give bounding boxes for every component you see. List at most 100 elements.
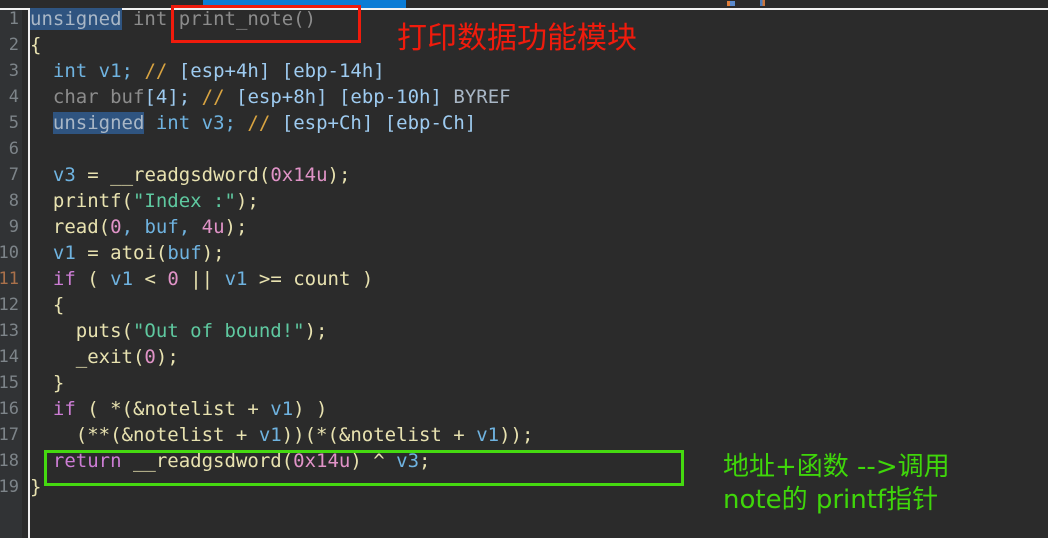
- token-global-notelist[interactable]: notelist: [133, 424, 225, 446]
- line-number: 10: [0, 243, 19, 263]
- code-line-12[interactable]: {: [30, 292, 64, 318]
- token-comment-slashes: //: [247, 112, 271, 134]
- token-paren-open: (: [87, 268, 111, 290]
- token-keyword-if: if: [52, 268, 76, 290]
- token-open-brace: {: [52, 294, 65, 316]
- code-line-18[interactable]: return __readgsdword(0x14u) ^ v3;: [30, 448, 431, 474]
- token-function-name[interactable]: print_note(): [179, 8, 316, 30]
- token-op-plus: +: [224, 424, 259, 446]
- code-line-10[interactable]: v1 = atoi(buf);: [30, 240, 225, 266]
- token-paren-close: );: [224, 216, 248, 238]
- token-stack-offset-ebp: [ebp-10h]: [338, 86, 442, 108]
- code-line-8[interactable]: printf("Index :");: [30, 188, 259, 214]
- token-var-v1[interactable]: v1: [225, 268, 248, 290]
- code-line-14[interactable]: _exit(0);: [30, 344, 179, 370]
- token-global-notelist[interactable]: notelist: [144, 398, 236, 420]
- code-line-17[interactable]: (**(&notelist + v1))(*(&notelist + v1));: [30, 422, 534, 448]
- token-call-printf[interactable]: printf: [53, 190, 122, 212]
- token-call-atoi[interactable]: atoi: [110, 242, 156, 264]
- code-line-9[interactable]: read(0, buf, 4u);: [30, 214, 248, 240]
- token-call-puts[interactable]: puts: [76, 320, 122, 342]
- token-op-lt: <: [133, 268, 168, 290]
- token-paren-open: (: [121, 190, 133, 212]
- token-var-v1[interactable]: v1: [270, 398, 293, 420]
- token-paren-open: (: [258, 164, 271, 186]
- token-number-0: 0: [144, 346, 156, 368]
- code-line-2[interactable]: {: [30, 32, 41, 58]
- token-paren-close: );: [327, 164, 351, 186]
- token-stack-offset-esp: [esp+8h]: [236, 86, 328, 108]
- code-line-1[interactable]: unsigned int print_note(): [30, 6, 316, 32]
- token-comment-slashes: //: [144, 60, 168, 82]
- token-stack-offset-esp: [esp+4h]: [178, 60, 271, 82]
- annotation-green-line1: 地址+函数 -->调用: [723, 452, 950, 482]
- code-line-3[interactable]: int v1; // [esp+4h] [ebp-14h]: [30, 58, 385, 84]
- token-var-buf[interactable]: buf: [110, 86, 144, 108]
- token-number-0: 0: [110, 216, 122, 238]
- line-number: 16: [0, 399, 19, 419]
- token-var-v1[interactable]: v1: [259, 424, 282, 446]
- token-op-or: ||: [178, 268, 225, 290]
- token-call-read[interactable]: read: [53, 216, 99, 238]
- token-stack-offset-esp: [esp+Ch]: [281, 112, 374, 134]
- token-close-brace: }: [30, 476, 42, 498]
- annotation-green: 地址+函数 -->调用 note的 printf指针: [723, 451, 950, 517]
- line-number: 8: [8, 191, 19, 211]
- code-line-15[interactable]: }: [30, 370, 64, 396]
- code-line-13[interactable]: puts("Out of bound!");: [30, 318, 328, 344]
- code-line-11[interactable]: if ( v1 < 0 || v1 >= count ): [30, 266, 373, 292]
- token-semicolon: ;: [419, 450, 431, 472]
- code-line-16[interactable]: if ( *(&notelist + v1) ): [30, 396, 328, 422]
- token-var-v1[interactable]: v1: [110, 268, 133, 290]
- token-stack-offset-ebp: [ebp-Ch]: [384, 112, 477, 134]
- token-unsigned-selected: unsigned: [52, 112, 145, 134]
- code-line-5[interactable]: unsigned int v3; // [esp+Ch] [ebp-Ch]: [30, 110, 476, 136]
- line-number-gutter[interactable]: 1 2 3 4 5 6 7 8 9 10 11 12 13 14 15 16 1…: [0, 9, 22, 538]
- token-var-v1[interactable]: v1;: [99, 60, 133, 82]
- toolbar-icon-a[interactable]: [727, 1, 735, 6]
- token-int: [122, 8, 133, 30]
- token-global-count[interactable]: count: [293, 268, 350, 290]
- token-var-v1[interactable]: v1: [53, 242, 76, 264]
- line-number: 4: [8, 87, 19, 107]
- code-line-19[interactable]: }: [30, 474, 41, 500]
- screenshot-root: 1 2 3 4 5 6 7 8 9 10 11 12 13 14 15 16 1…: [0, 0, 1048, 538]
- token-assign: =: [87, 242, 99, 264]
- annotation-red-text: 打印数据功能模块: [397, 21, 637, 56]
- line-number: 19: [0, 477, 19, 497]
- token-var-v3[interactable]: v3;: [202, 112, 236, 134]
- code-line-6-blank[interactable]: [30, 136, 41, 162]
- token-var-v3[interactable]: v3: [396, 450, 419, 472]
- token-string-out-of-bound: "Out of bound!": [132, 320, 305, 342]
- token-close-brace: }: [52, 372, 65, 394]
- token-int-kw: int: [132, 8, 168, 30]
- token-var-v1[interactable]: v1: [476, 424, 499, 446]
- token-call-exit[interactable]: _exit: [76, 346, 133, 368]
- token-call-readgsdword[interactable]: __readgsdword: [133, 450, 282, 472]
- token-op-xor: ^: [361, 450, 397, 472]
- code-line-4[interactable]: char buf[4]; // [esp+8h] [ebp-10h] BYREF: [30, 84, 511, 110]
- line-number: 13: [0, 321, 19, 341]
- token-stack-offset-ebp: [ebp-14h]: [281, 60, 385, 82]
- line-number: 9: [8, 217, 19, 237]
- token-string-index: "Index :": [132, 190, 236, 212]
- code-line-7[interactable]: v3 = __readgsdword(0x14u);: [30, 162, 351, 188]
- token-var-v3[interactable]: v3: [53, 164, 76, 186]
- toolbar-icon-b[interactable]: [760, 0, 765, 6]
- token-type-int: int: [52, 60, 88, 82]
- token-number-4u: 4u: [201, 216, 225, 238]
- token-paren-close: ): [350, 268, 374, 290]
- token-number-0x14u: 0x14u: [270, 164, 328, 186]
- token-int-kw: int: [155, 112, 191, 134]
- token-call-readgsdword[interactable]: __readgsdword: [110, 164, 259, 186]
- token-byref: BYREF: [453, 86, 511, 108]
- token-paren-open: (: [281, 450, 294, 472]
- token-arg-buf: buf: [167, 242, 202, 264]
- token-global-notelist[interactable]: notelist: [350, 424, 442, 446]
- token-paren-open: (: [155, 242, 168, 264]
- token-fnptr-arg-open: ))(*(&: [281, 424, 351, 446]
- token-deref-open: ( *(&: [87, 398, 145, 420]
- token-open-brace: {: [30, 34, 42, 56]
- line-number: 15: [0, 373, 19, 393]
- token-arg-buf: , buf,: [121, 216, 202, 238]
